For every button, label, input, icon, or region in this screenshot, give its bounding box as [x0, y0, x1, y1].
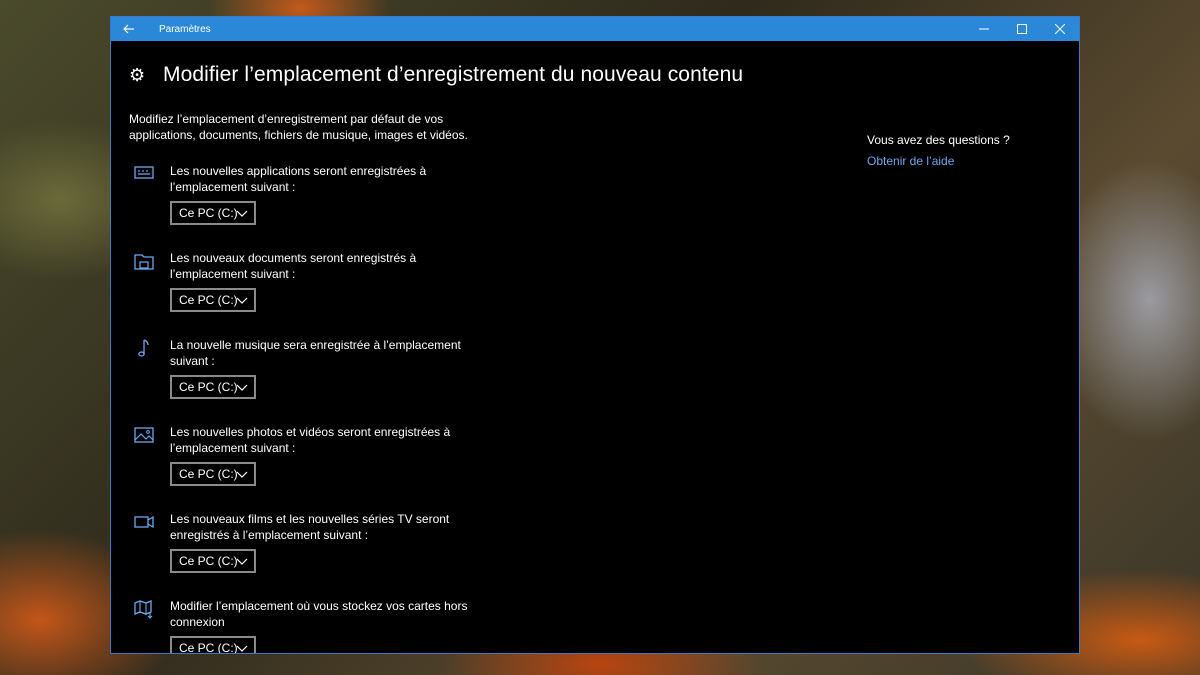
title-bar: Paramètres: [111, 17, 1079, 41]
dropdown-value: Ce PC (C:): [179, 641, 238, 654]
page-description: Modifiez l’emplacement d’enregistrement …: [129, 112, 468, 142]
location-dropdown[interactable]: Ce PC (C:): [170, 636, 256, 654]
back-button[interactable]: [111, 17, 147, 41]
minimize-button[interactable]: [965, 17, 1003, 41]
setting-label: La nouvelle musique sera enregistrée à l…: [170, 338, 461, 368]
photo-icon: [134, 427, 154, 443]
setting-label: Modifier l’emplacement où vous stockez v…: [170, 599, 468, 629]
video-icon: [134, 515, 154, 529]
page-title: Modifier l’emplacement d’enregistrement …: [163, 63, 744, 86]
chevron-down-icon: [236, 471, 248, 478]
location-dropdown[interactable]: Ce PC (C:): [170, 201, 256, 225]
chevron-down-icon: [236, 297, 248, 304]
dropdown-value: Ce PC (C:): [179, 380, 238, 394]
settings-window: Paramètres ⚙ Modifier l’emplacement d’en…: [110, 16, 1080, 654]
location-dropdown[interactable]: Ce PC (C:): [170, 288, 256, 312]
close-button[interactable]: [1041, 17, 1079, 41]
help-section: Vous avez des questions ? Obtenir de l’a…: [867, 133, 1010, 168]
back-arrow-icon: [123, 24, 134, 34]
help-question: Vous avez des questions ?: [867, 133, 1010, 147]
maximize-icon: [1017, 24, 1027, 34]
dropdown-value: Ce PC (C:): [179, 467, 238, 481]
page-header: ⚙ Modifier l’emplacement d’enregistremen…: [129, 63, 743, 87]
setting-label: Les nouvelles applications seront enregi…: [170, 164, 427, 194]
gear-icon: ⚙: [129, 64, 146, 85]
documents-icon: [134, 254, 154, 270]
dropdown-value: Ce PC (C:): [179, 293, 238, 307]
dropdown-value: Ce PC (C:): [179, 206, 238, 220]
setting-label: Les nouvelles photos et vidéos seront en…: [170, 425, 451, 455]
window-title: Paramètres: [159, 23, 211, 35]
map-icon: [134, 600, 153, 619]
maximize-button[interactable]: [1003, 17, 1041, 41]
setting-label: Les nouveaux documents seront enregistré…: [170, 251, 417, 281]
minimize-icon: [979, 28, 989, 30]
location-dropdown[interactable]: Ce PC (C:): [170, 462, 256, 486]
setting-label: Les nouveaux films et les nouvelles séri…: [170, 512, 450, 542]
chevron-down-icon: [236, 384, 248, 391]
chevron-down-icon: [236, 558, 248, 565]
location-dropdown[interactable]: Ce PC (C:): [170, 375, 256, 399]
location-dropdown[interactable]: Ce PC (C:): [170, 549, 256, 573]
music-icon: [138, 339, 149, 357]
close-icon: [1055, 24, 1065, 34]
chevron-down-icon: [236, 645, 248, 652]
dropdown-value: Ce PC (C:): [179, 554, 238, 568]
chevron-down-icon: [236, 210, 248, 217]
app-icon: [134, 166, 154, 179]
help-link[interactable]: Obtenir de l’aide: [867, 154, 1010, 168]
